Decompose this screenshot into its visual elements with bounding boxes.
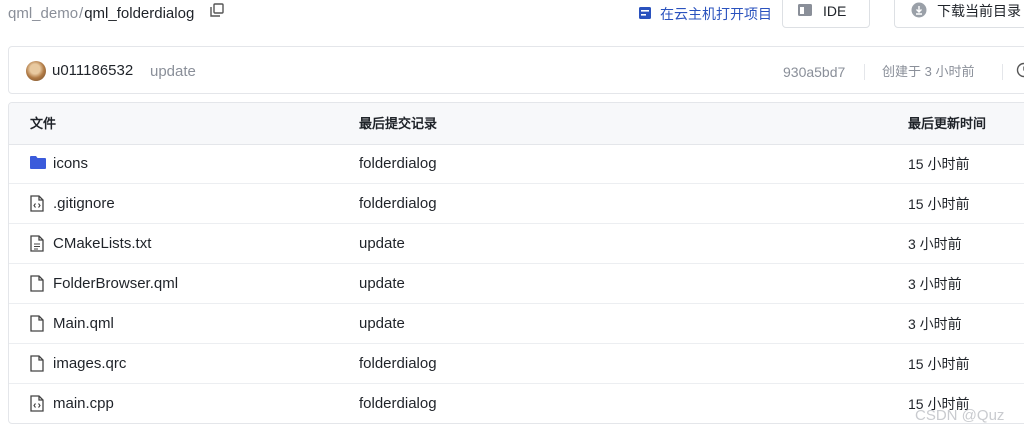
last-updated-time: 15 小时前 — [908, 356, 970, 372]
table-header: 文件 最后提交记录 最后更新时间 — [9, 103, 1024, 145]
last-updated-time: 15 小时前 — [908, 156, 970, 172]
file-icon — [30, 315, 46, 333]
commit-time: 创建于 3 小时前 — [882, 64, 975, 79]
file-icon — [30, 275, 46, 293]
commit-message[interactable]: update — [150, 62, 196, 82]
commit-author[interactable]: u011186532 — [52, 61, 133, 81]
file-name-link[interactable]: .gitignore — [53, 194, 115, 214]
file-table: 文件 最后提交记录 最后更新时间 icons folderdialog 15 小时前… — [8, 102, 1024, 424]
column-header-name: 文件 — [30, 116, 57, 131]
avatar[interactable] — [26, 61, 46, 81]
file-name-link[interactable]: Main.qml — [53, 314, 114, 334]
folder-icon — [30, 155, 46, 173]
last-updated-time: 3 小时前 — [908, 236, 962, 252]
table-row[interactable]: main.cpp folderdialog 15 小时前 — [9, 384, 1024, 423]
last-commit-link[interactable]: folderdialog — [359, 394, 437, 414]
code-file-icon — [30, 395, 46, 413]
open-in-cloud-host-link[interactable]: 在云主机打开项目 — [638, 4, 772, 24]
commit-hash[interactable]: 930a5bd7 — [783, 62, 845, 82]
last-commit-link[interactable]: folderdialog — [359, 354, 437, 374]
breadcrumb-parent-link[interactable]: qml_demo — [8, 5, 78, 22]
last-updated-time: 3 小时前 — [908, 316, 962, 332]
history-clock-icon[interactable] — [1016, 62, 1024, 83]
download-icon — [911, 2, 927, 21]
column-header-commit: 最后提交记录 — [359, 116, 438, 131]
last-commit-link[interactable]: folderdialog — [359, 154, 437, 174]
breadcrumb-separator: / — [79, 5, 84, 22]
table-row[interactable]: .gitignore folderdialog 15 小时前 — [9, 184, 1024, 224]
column-header-time: 最后更新时间 — [908, 116, 987, 131]
ide-label: IDE — [823, 3, 847, 19]
table-row[interactable]: icons folderdialog 15 小时前 — [9, 144, 1024, 184]
ide-icon — [797, 3, 813, 20]
table-row[interactable]: Main.qml update 3 小时前 — [9, 304, 1024, 344]
file-name-link[interactable]: images.qrc — [53, 354, 126, 374]
last-updated-time: 15 小时前 — [908, 196, 970, 212]
watermark: CSDN @Quz — [915, 407, 1005, 424]
text-file-icon — [30, 235, 46, 253]
cloud-host-icon — [638, 6, 652, 23]
table-row[interactable]: CMakeLists.txt update 3 小时前 — [9, 224, 1024, 264]
download-directory-button[interactable]: 下载当前目录 — [894, 0, 1024, 28]
breadcrumb: qml_demo/qml_folderdialog — [8, 2, 225, 24]
divider — [864, 64, 865, 80]
copy-icon[interactable] — [210, 2, 225, 23]
last-updated-time: 3 小时前 — [908, 276, 962, 292]
ide-button[interactable]: IDE — [782, 0, 870, 28]
code-file-icon — [30, 195, 46, 213]
download-label: 下载当前目录 — [937, 3, 1021, 19]
open-in-cloud-host-label: 在云主机打开项目 — [660, 6, 772, 22]
file-name-link[interactable]: CMakeLists.txt — [53, 234, 151, 254]
table-row[interactable]: FolderBrowser.qml update 3 小时前 — [9, 264, 1024, 304]
last-commit-link[interactable]: folderdialog — [359, 194, 437, 214]
last-commit-link[interactable]: update — [359, 274, 405, 294]
last-commit-link[interactable]: update — [359, 314, 405, 334]
file-icon — [30, 355, 46, 373]
file-name-link[interactable]: main.cpp — [53, 394, 114, 414]
top-bar: qml_demo/qml_folderdialog 在云主机打开项目 IDE 下… — [0, 0, 1024, 32]
last-commit-link[interactable]: update — [359, 234, 405, 254]
divider — [1002, 64, 1003, 80]
file-name-link[interactable]: FolderBrowser.qml — [53, 274, 178, 294]
table-row[interactable]: images.qrc folderdialog 15 小时前 — [9, 344, 1024, 384]
breadcrumb-current: qml_folderdialog — [84, 5, 195, 22]
file-name-link[interactable]: icons — [53, 154, 88, 174]
latest-commit-bar: u011186532 update 930a5bd7 创建于 3 小时前 — [8, 46, 1024, 94]
